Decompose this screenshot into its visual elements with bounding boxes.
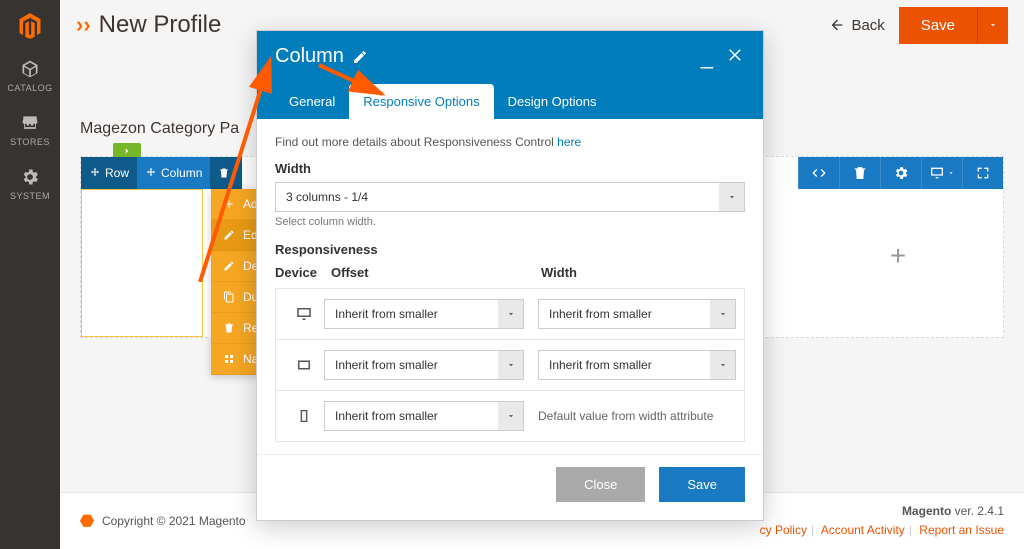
monitor-icon: [929, 165, 945, 181]
monitor-icon: [284, 305, 324, 323]
toolbar-delete-button[interactable]: [839, 157, 880, 189]
magento-footer-icon: ⬣: [80, 511, 94, 531]
sidebar-item-catalog[interactable]: CATALOG: [0, 49, 60, 103]
fullscreen-icon: [975, 165, 991, 181]
sidebar-item-label: SYSTEM: [10, 191, 50, 201]
navigator-icon: [223, 353, 235, 365]
tab-design-options[interactable]: Design Options: [494, 84, 611, 119]
sidebar-item-label: CATALOG: [7, 83, 52, 93]
caret-down-icon: [988, 20, 998, 30]
pencil-icon: [223, 260, 235, 272]
dialog-header: Column _ General Responsive Options Desi…: [257, 31, 763, 119]
pencil-icon[interactable]: [352, 49, 368, 65]
sidebar-item-label: STORES: [10, 137, 50, 147]
offset-select[interactable]: Inherit from smaller: [324, 350, 524, 380]
responsiveness-table: Inherit from smaller Inherit from smalle…: [275, 288, 745, 442]
responsiveness-label: Responsiveness: [275, 242, 745, 257]
tab-responsive-options[interactable]: Responsive Options: [349, 84, 493, 119]
move-icon: [89, 167, 101, 179]
trash-icon: [218, 167, 230, 179]
sidebar-item-stores[interactable]: STORES: [0, 103, 60, 157]
brand-icon: ››: [76, 12, 91, 38]
dialog-save-btn[interactable]: Save: [659, 467, 745, 502]
responsiveness-hint: Find out more details about Responsivene…: [275, 135, 745, 149]
caret-down-icon: [710, 350, 736, 380]
caret-down-icon: [719, 182, 745, 212]
save-dropdown-button[interactable]: [977, 7, 1008, 44]
caret-down-icon: [498, 401, 524, 431]
sidebar-item-system[interactable]: SYSTEM: [0, 157, 60, 211]
element-row[interactable]: Row: [81, 157, 137, 189]
dialog-close-btn[interactable]: Close: [556, 467, 645, 502]
page-title: ›› New Profile: [76, 11, 221, 39]
dialog-title: Column: [275, 45, 344, 68]
gear-icon: [893, 165, 909, 181]
footer-link-activity[interactable]: Account Activity: [821, 523, 905, 537]
caret-down-icon: [498, 350, 524, 380]
builder-toolbar: [798, 157, 1003, 189]
trash-icon: [852, 165, 868, 181]
table-row: Inherit from smaller Inherit from smalle…: [276, 340, 744, 391]
gear-icon: [20, 167, 40, 187]
tablet-landscape-icon: [284, 356, 324, 374]
back-button[interactable]: Back: [829, 17, 884, 34]
offset-select[interactable]: Inherit from smaller: [324, 299, 524, 329]
magento-logo-icon[interactable]: [16, 6, 44, 49]
toolbar-code-button[interactable]: [798, 157, 839, 189]
toolbar-settings-button[interactable]: [880, 157, 921, 189]
width-cell-select[interactable]: Inherit from smaller: [538, 299, 736, 329]
trash-icon: [223, 322, 235, 334]
save-button-group: Save: [899, 7, 1008, 44]
width-select[interactable]: 3 columns - 1/4: [275, 182, 745, 212]
width-cell-select[interactable]: Inherit from smaller: [538, 350, 736, 380]
copy-icon: [223, 291, 235, 303]
selected-column-outline: [81, 189, 203, 337]
close-icon: [727, 46, 745, 64]
table-row: Inherit from smaller Default value from …: [276, 391, 744, 441]
caret-down-icon: [498, 299, 524, 329]
element-breadcrumb: Row Column: [81, 157, 242, 189]
toolbar-fullscreen-button[interactable]: [962, 157, 1003, 189]
pencil-icon: [223, 229, 235, 241]
admin-sidebar: CATALOG STORES SYSTEM: [0, 0, 60, 549]
code-icon: [811, 165, 827, 181]
save-button[interactable]: Save: [899, 7, 977, 44]
cube-icon: [20, 59, 40, 79]
add-content-button[interactable]: +: [793, 201, 1003, 311]
dialog-close-button[interactable]: [727, 46, 745, 67]
footer-copyright: Copyright © 2021 Magento: [102, 514, 246, 528]
width-note: Select column width.: [275, 216, 745, 228]
element-remove[interactable]: [210, 157, 242, 189]
dialog-tabs: General Responsive Options Design Option…: [275, 84, 745, 119]
column-settings-dialog: Column _ General Responsive Options Desi…: [256, 30, 764, 521]
move-icon: [145, 167, 157, 179]
toolbar-viewport-button[interactable]: [921, 157, 962, 189]
caret-down-icon: [947, 169, 955, 177]
store-icon: [20, 113, 40, 133]
plus-icon: [223, 198, 235, 210]
footer-link-privacy[interactable]: cy Policy: [760, 523, 807, 537]
arrow-left-icon: [829, 17, 845, 33]
table-row: Inherit from smaller Inherit from smalle…: [276, 289, 744, 340]
footer-link-report[interactable]: Report an Issue: [919, 523, 1004, 537]
dialog-footer: Close Save: [257, 454, 763, 520]
width-label: Width: [275, 161, 745, 176]
dialog-body: Find out more details about Responsivene…: [257, 119, 763, 454]
responsiveness-hint-link[interactable]: here: [557, 135, 581, 149]
chevron-right-icon: [122, 146, 132, 156]
tab-general[interactable]: General: [275, 84, 349, 119]
element-column[interactable]: Column: [137, 157, 210, 189]
responsiveness-table-header: Device Offset Width: [275, 265, 745, 280]
offset-select[interactable]: Inherit from smaller: [324, 401, 524, 431]
caret-down-icon: [710, 299, 736, 329]
tablet-portrait-icon: [284, 407, 324, 425]
width-cell-default-text: Default value from width attribute: [538, 403, 736, 429]
